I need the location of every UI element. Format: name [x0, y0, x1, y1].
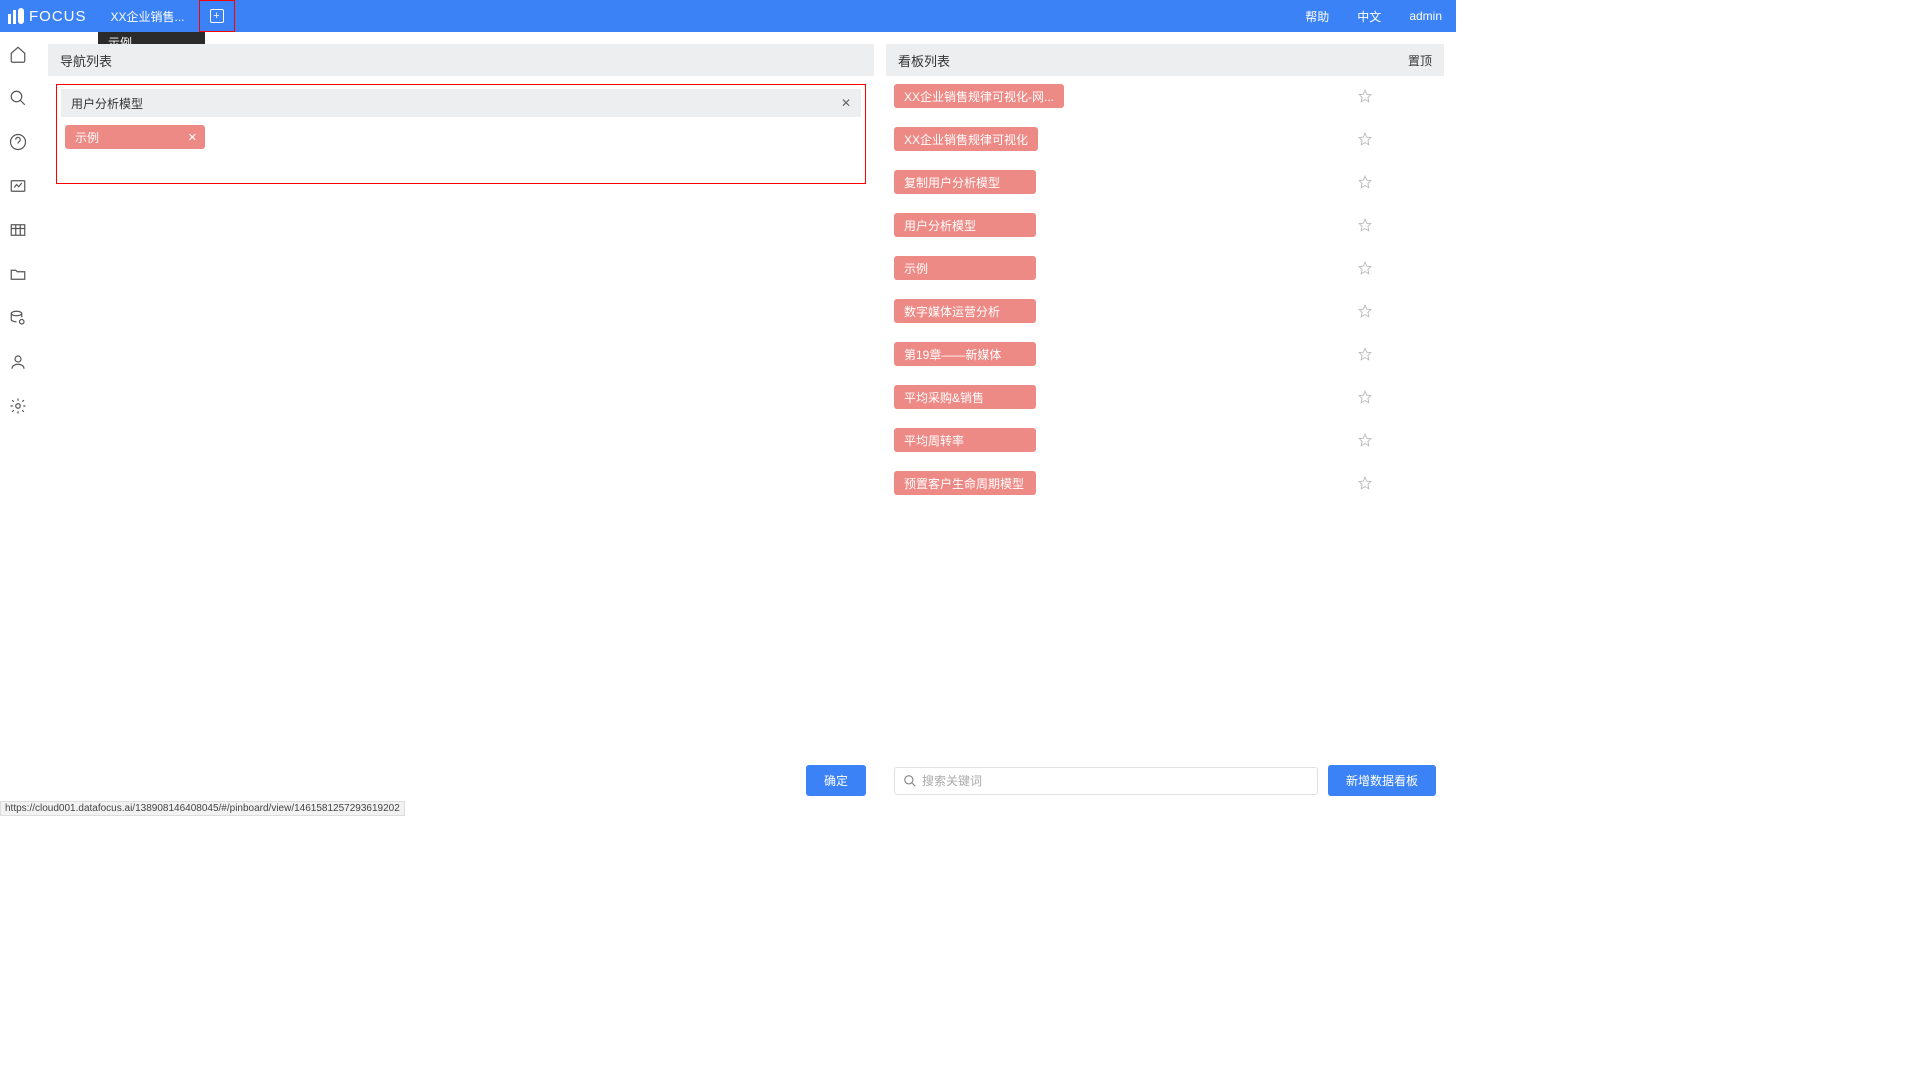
help-link[interactable]: 帮助 — [1291, 8, 1343, 25]
board-row: 用户分析模型 — [894, 213, 1436, 237]
nav-panel: 导航列表 用户分析模型 ✕ 示例 ✕ 确定 — [48, 44, 874, 804]
home-icon[interactable] — [8, 44, 28, 64]
board-chip[interactable]: 平均周转率 — [894, 428, 1036, 452]
board-row: 平均周转率 — [894, 428, 1436, 452]
board-chip[interactable]: 用户分析模型 — [894, 213, 1036, 237]
bars-icon — [8, 8, 24, 24]
board-row: 数字媒体运营分析 — [894, 299, 1436, 323]
status-bar-url: https://cloud001.datafocus.ai/1389081464… — [0, 801, 405, 816]
board-chip[interactable]: XX企业销售规律可视化 — [894, 127, 1038, 151]
nav-card-header: 用户分析模型 ✕ — [61, 89, 861, 117]
pin-column-label: 置顶 — [1408, 52, 1432, 69]
chip-close-icon[interactable]: ✕ — [188, 131, 197, 144]
new-board-button[interactable]: 新增数据看板 — [1328, 765, 1436, 796]
board-row: XX企业销售规律可视化 — [894, 127, 1436, 151]
search-input[interactable] — [922, 774, 1309, 788]
board-list: XX企业销售规律可视化-网... XX企业销售规律可视化 复制用户分析模型 用户… — [886, 76, 1444, 757]
board-panel-header: 看板列表 置顶 — [886, 44, 1444, 76]
main-area: 导航列表 用户分析模型 ✕ 示例 ✕ 确定 — [36, 32, 1456, 816]
star-icon[interactable] — [1358, 132, 1372, 146]
nav-chip[interactable]: 示例 ✕ — [65, 125, 205, 149]
user-icon[interactable] — [8, 352, 28, 372]
star-icon[interactable] — [1358, 390, 1372, 404]
topbar-right: 帮助 中文 admin — [1291, 8, 1456, 25]
confirm-button[interactable]: 确定 — [806, 765, 866, 796]
search-icon — [903, 774, 917, 788]
star-icon[interactable] — [1358, 347, 1372, 361]
star-icon[interactable] — [1358, 476, 1372, 490]
folder-icon[interactable] — [8, 264, 28, 284]
close-icon[interactable]: ✕ — [841, 96, 851, 110]
nav-panel-title: 导航列表 — [60, 51, 112, 70]
board-chip[interactable]: 第19章——新媒体 — [894, 342, 1036, 366]
nav-panel-header: 导航列表 — [48, 44, 874, 76]
board-chip[interactable]: 示例 — [894, 256, 1036, 280]
brand-text: FOCUS — [29, 8, 87, 25]
board-footer: 新增数据看板 — [886, 757, 1444, 804]
nav-card-title-text: 用户分析模型 — [71, 95, 143, 112]
board-row: 第19章——新媒体 — [894, 342, 1436, 366]
search-box[interactable] — [894, 767, 1318, 795]
nav-chip-row: 示例 ✕ — [61, 117, 861, 179]
star-icon[interactable] — [1358, 433, 1372, 447]
plus-icon[interactable]: + — [210, 9, 224, 23]
question-icon[interactable] — [8, 132, 28, 152]
board-panel: 看板列表 置顶 XX企业销售规律可视化-网... XX企业销售规律可视化 复制用… — [886, 44, 1444, 804]
nav-body: 用户分析模型 ✕ 示例 ✕ — [48, 76, 874, 192]
table-icon[interactable] — [8, 220, 28, 240]
lang-link[interactable]: 中文 — [1343, 8, 1395, 25]
sidebar — [0, 32, 36, 816]
tab-active[interactable]: XX企业销售... — [97, 0, 199, 32]
star-icon[interactable] — [1358, 89, 1372, 103]
nav-footer: 确定 — [48, 757, 874, 804]
search-icon[interactable] — [8, 88, 28, 108]
nav-chip-label: 示例 — [75, 129, 99, 146]
board-row: XX企业销售规律可视化-网... — [894, 84, 1436, 108]
db-settings-icon[interactable] — [8, 308, 28, 328]
board-panel-title: 看板列表 — [898, 51, 950, 70]
star-icon[interactable] — [1358, 175, 1372, 189]
star-icon[interactable] — [1358, 261, 1372, 275]
add-tab-highlight: + — [199, 0, 235, 32]
topbar: FOCUS XX企业销售... + 帮助 中文 admin — [0, 0, 1456, 32]
gear-icon[interactable] — [8, 396, 28, 416]
chart-icon[interactable] — [8, 176, 28, 196]
star-icon[interactable] — [1358, 218, 1372, 232]
board-chip[interactable]: 平均采购&销售 — [894, 385, 1036, 409]
board-chip[interactable]: 预置客户生命周期模型 — [894, 471, 1036, 495]
brand-logo[interactable]: FOCUS — [0, 8, 97, 25]
board-row: 示例 — [894, 256, 1436, 280]
board-row: 复制用户分析模型 — [894, 170, 1436, 194]
user-link[interactable]: admin — [1395, 9, 1456, 23]
board-chip[interactable]: XX企业销售规律可视化-网... — [894, 84, 1064, 108]
board-row: 预置客户生命周期模型 — [894, 471, 1436, 495]
board-chip[interactable]: 复制用户分析模型 — [894, 170, 1036, 194]
board-chip[interactable]: 数字媒体运营分析 — [894, 299, 1036, 323]
board-row: 平均采购&销售 — [894, 385, 1436, 409]
star-icon[interactable] — [1358, 304, 1372, 318]
nav-card: 用户分析模型 ✕ 示例 ✕ — [56, 84, 866, 184]
